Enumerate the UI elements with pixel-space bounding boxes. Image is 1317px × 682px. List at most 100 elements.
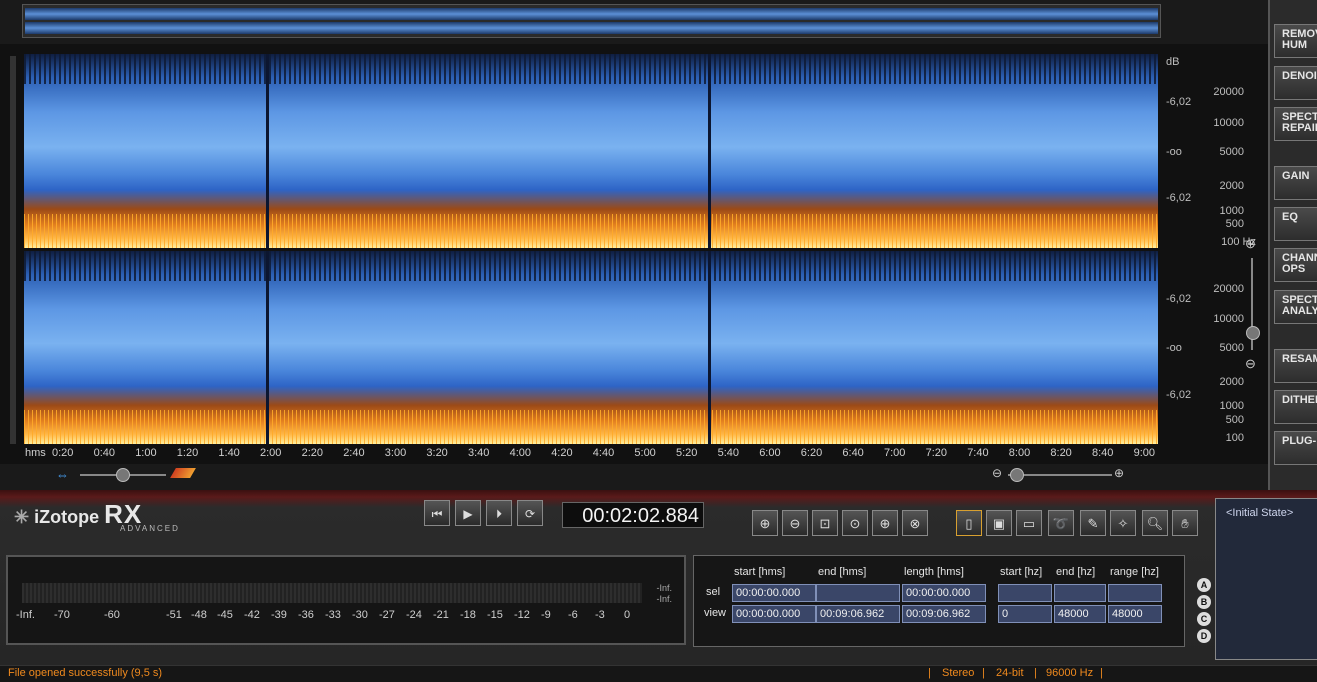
module-button-6[interactable]: SPECTRUM ANALYZER bbox=[1274, 290, 1317, 324]
undo-history-panel[interactable]: <Initial State> bbox=[1215, 498, 1317, 660]
snapshot-d-button[interactable]: D bbox=[1197, 629, 1211, 643]
amplitude-slider-knob[interactable] bbox=[116, 468, 130, 482]
time-tick-label: 2:00 bbox=[260, 447, 282, 459]
hz-label: 5000 bbox=[1219, 342, 1244, 354]
zoom-fit-icon[interactable]: ⇔ bbox=[56, 467, 69, 482]
module-button-7[interactable]: RESAMPLE bbox=[1274, 349, 1317, 383]
selection-field[interactable] bbox=[1054, 584, 1106, 602]
selection-field[interactable] bbox=[1108, 584, 1162, 602]
db-label: -6,02 bbox=[1166, 389, 1192, 401]
go-to-start-button[interactable]: ⏮ bbox=[424, 500, 450, 526]
selection-field[interactable]: 00:00:00.000 bbox=[732, 605, 816, 623]
waveform-overlay bbox=[24, 54, 1158, 84]
selection-field[interactable]: 00:09:06.962 bbox=[816, 605, 900, 623]
selection-field[interactable]: 48000 bbox=[1108, 605, 1162, 623]
freq-zoom-knob[interactable] bbox=[1246, 326, 1260, 340]
waveform-overview[interactable] bbox=[22, 4, 1161, 38]
selection-header: length [hms] bbox=[904, 566, 964, 578]
spectrogram-channel-right[interactable] bbox=[24, 251, 1158, 444]
selection-header: start [hms] bbox=[734, 566, 786, 578]
snapshot-a-button[interactable]: A bbox=[1197, 578, 1211, 592]
spectrogram-channel-left[interactable] bbox=[24, 54, 1158, 248]
meter-tick-label: -15 bbox=[487, 609, 503, 621]
module-button-0[interactable]: REMOVE HUM bbox=[1274, 24, 1317, 58]
selection-field[interactable]: 0 bbox=[998, 605, 1052, 623]
zoom-time-icon[interactable]: ⊕ bbox=[872, 510, 898, 536]
time-tick-label: 8:00 bbox=[1008, 447, 1031, 459]
play-selection-button[interactable]: ⏵ bbox=[486, 500, 512, 526]
vertical-scroll-left[interactable] bbox=[10, 56, 16, 444]
time-freq-select-tool-icon[interactable]: ▣ bbox=[986, 510, 1012, 536]
snapshot-c-button[interactable]: C bbox=[1197, 612, 1211, 626]
module-button-1[interactable]: DENOISE bbox=[1274, 66, 1317, 100]
zoom-tool-icon[interactable]: 🔍︎ bbox=[1142, 510, 1168, 536]
meter-tick-label: -48 bbox=[191, 609, 207, 621]
meter-scale: -Inf. -70 -60 -51 -48 -45 -42 -39 -36 -33 -30 -27 -2… bbox=[8, 609, 684, 621]
time-tick-label: 2:20 bbox=[301, 447, 324, 459]
freq-select-tool-icon[interactable]: ▭ bbox=[1016, 510, 1042, 536]
transient-marker bbox=[266, 54, 269, 248]
zoom-out-tool-icon[interactable]: ⊖ bbox=[782, 510, 808, 536]
meter-tick-label: -18 bbox=[460, 609, 476, 621]
time-tick-label: 3:00 bbox=[384, 447, 407, 459]
zoom-fit-selection-icon[interactable]: ⊙ bbox=[842, 510, 868, 536]
time-tick-label: 1:20 bbox=[176, 447, 199, 459]
time-ruler: hms 0:20 0:40 1:00 1:20 1:40 2:00 2:20 2:40 3:00… bbox=[22, 447, 1162, 463]
meter-tick-label: -60 bbox=[104, 609, 120, 621]
color-map-icon[interactable] bbox=[170, 468, 196, 478]
status-samplerate: 96000 Hz bbox=[1046, 667, 1094, 679]
meter-tick-label: -33 bbox=[325, 609, 341, 621]
zoom-in-freq-icon[interactable]: ⊕ bbox=[1245, 236, 1259, 251]
status-bar: File opened successfully (9,5 s) | Stere… bbox=[0, 665, 1317, 682]
selection-header: start [hz] bbox=[1000, 566, 1043, 578]
selection-row-label: view bbox=[704, 607, 727, 619]
selection-field[interactable] bbox=[816, 584, 900, 602]
module-button-5[interactable]: CHANNEL OPS bbox=[1274, 248, 1317, 282]
hz-label: 2000 bbox=[1219, 180, 1244, 192]
selection-field[interactable]: 48000 bbox=[1054, 605, 1106, 623]
meter-tick-label: -27 bbox=[379, 609, 395, 621]
zoom-out-time-icon[interactable]: ⊖ bbox=[992, 466, 1002, 480]
magic-wand-tool-icon[interactable]: ✧ bbox=[1110, 510, 1136, 536]
time-tick-label: 8:40 bbox=[1092, 447, 1114, 459]
module-button-4[interactable]: EQ bbox=[1274, 207, 1317, 241]
selection-field[interactable]: 00:00:00.000 bbox=[732, 584, 816, 602]
db-label: -6,02 bbox=[1166, 293, 1192, 305]
loop-button[interactable]: ⟳ bbox=[517, 500, 543, 526]
time-tick-label: 9:00 bbox=[1133, 447, 1156, 459]
status-message: File opened successfully (9,5 s) bbox=[8, 667, 163, 679]
time-tick-label: 3:20 bbox=[426, 447, 448, 459]
meter-tick-label: -51 bbox=[166, 609, 182, 621]
zoom-freq-icon[interactable]: ⊗ bbox=[902, 510, 928, 536]
time-select-tool-icon[interactable]: ▯ bbox=[956, 510, 982, 536]
meter-tick-label: -45 bbox=[217, 609, 233, 621]
lasso-tool-icon[interactable]: ➰ bbox=[1048, 510, 1074, 536]
selection-field[interactable]: 00:00:00.000 bbox=[902, 584, 986, 602]
module-button-9[interactable]: PLUG-IN bbox=[1274, 431, 1317, 465]
selection-field[interactable]: 00:09:06.962 bbox=[902, 605, 986, 623]
module-button-2[interactable]: SPECTRAL REPAIR bbox=[1274, 107, 1317, 141]
zoom-in-tool-icon[interactable]: ⊕ bbox=[752, 510, 778, 536]
zoom-selection-icon[interactable]: ⊡ bbox=[812, 510, 838, 536]
module-button-8[interactable]: DITHER bbox=[1274, 390, 1317, 424]
meter-inf-bottom: -Inf. bbox=[656, 594, 672, 604]
time-zoom-knob[interactable] bbox=[1010, 468, 1024, 482]
module-button-3[interactable]: GAIN bbox=[1274, 166, 1317, 200]
transient-marker bbox=[266, 251, 269, 444]
hand-tool-icon[interactable]: ✋︎ bbox=[1172, 510, 1198, 536]
selection-field[interactable] bbox=[998, 584, 1052, 602]
play-button[interactable]: ▶ bbox=[455, 500, 481, 526]
time-tick-label: 4:00 bbox=[509, 447, 532, 459]
time-unit: hms bbox=[25, 447, 46, 459]
meter-tick-label: -24 bbox=[406, 609, 422, 621]
undo-initial-state[interactable]: <Initial State> bbox=[1226, 507, 1293, 519]
time-tick-label: 6:20 bbox=[800, 447, 823, 459]
hz-label: 10000 bbox=[1213, 313, 1244, 325]
snapshot-b-button[interactable]: B bbox=[1197, 595, 1211, 609]
scale-bottom: -6,02 -oo -6,02 20000 10000 5000 2000 10… bbox=[1160, 251, 1260, 444]
brush-tool-icon[interactable]: ✎ bbox=[1080, 510, 1106, 536]
time-tick-label: 0:40 bbox=[93, 447, 116, 459]
zoom-out-freq-icon[interactable]: ⊖ bbox=[1245, 356, 1259, 371]
zoom-in-time-icon[interactable]: ⊕ bbox=[1114, 466, 1124, 480]
time-tick-label: 5:40 bbox=[717, 447, 740, 459]
